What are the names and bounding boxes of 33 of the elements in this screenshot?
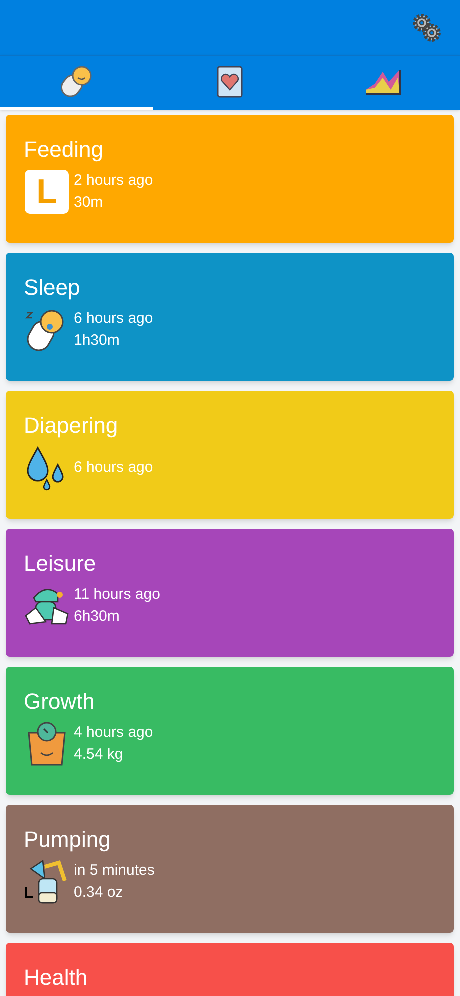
card-detail: 4.54 kg <box>74 745 124 765</box>
activity-card[interactable]: Growth 4 hours ago 4.54 kg <box>6 667 454 795</box>
card-title: Sleep <box>24 275 80 300</box>
activity-card[interactable]: Leisure 11 hours ago 6h30m <box>6 529 454 657</box>
settings-icon[interactable] <box>412 12 442 42</box>
side-label: L <box>24 886 34 902</box>
card-detail: 2 hours ago <box>74 171 154 191</box>
weighing-scale-icon <box>25 721 69 767</box>
card-detail: 0.34 oz <box>74 883 124 903</box>
side-badge: L <box>25 170 69 214</box>
card-detail: in 5 minutes <box>74 861 155 881</box>
card-title: Diapering <box>24 413 118 438</box>
card-detail: 1h30m <box>74 331 120 351</box>
card-title: Health <box>24 965 88 990</box>
breast-pump-icon <box>27 859 67 905</box>
activity-card[interactable]: Health <box>6 943 454 996</box>
card-detail: 6h30m <box>74 607 120 627</box>
card-title: Leisure <box>24 551 96 576</box>
card-title: Growth <box>24 689 95 714</box>
area-chart-icon <box>365 68 402 96</box>
activity-card[interactable]: Feeding L 2 hours ago 30m <box>6 115 454 243</box>
card-detail: 4 hours ago <box>74 723 154 743</box>
sleeping-figure-icon <box>24 586 70 626</box>
card-detail: 6 hours ago <box>74 309 154 329</box>
card-title: Pumping <box>24 827 111 852</box>
heart-card-icon <box>216 66 243 98</box>
card-title: Feeding <box>24 137 104 162</box>
activity-card[interactable]: Sleep 6 hours ago 1h30m <box>6 253 454 381</box>
card-detail: 11 hours ago <box>74 585 160 605</box>
card-detail: 30m <box>74 193 104 213</box>
card-detail: 6 hours ago <box>74 458 154 478</box>
activity-card[interactable]: Pumping L in 5 minutes 0.34 oz <box>6 805 454 933</box>
swaddled-baby-icon <box>60 64 94 98</box>
